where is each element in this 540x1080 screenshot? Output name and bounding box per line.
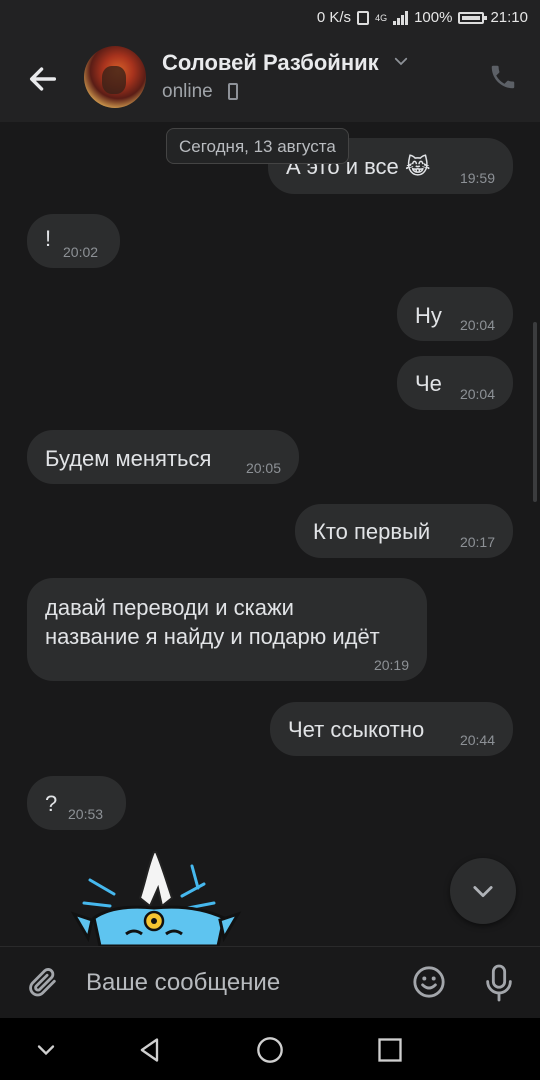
- message-out[interactable]: Чет ссыкотно 20:44: [270, 702, 513, 756]
- nav-back-icon[interactable]: [136, 1036, 164, 1064]
- chat-header: Соловей Разбойник online: [0, 36, 540, 122]
- signal-icon: [393, 10, 409, 25]
- phone-icon[interactable]: [488, 62, 518, 92]
- clock: 21:10: [490, 9, 528, 26]
- message-in[interactable]: ? 20:53: [27, 776, 126, 830]
- nav-recents-icon[interactable]: [376, 1036, 404, 1064]
- scrollbar[interactable]: [533, 322, 537, 502]
- scroll-down-button[interactable]: [450, 858, 516, 924]
- chevron-down-icon[interactable]: [392, 52, 410, 70]
- nav-home-icon[interactable]: [256, 1036, 284, 1064]
- vibrate-icon: [357, 10, 370, 25]
- message-composer: Ваше сообщение: [0, 946, 540, 1019]
- message-in[interactable]: ! 20:02: [27, 214, 120, 268]
- message-out[interactable]: Че 20:04: [397, 356, 513, 410]
- system-nav-bar: [0, 1018, 540, 1080]
- contact-status: online: [162, 81, 213, 102]
- message-out[interactable]: Кто первый 20:17: [295, 504, 513, 558]
- arrow-left-icon[interactable]: [26, 62, 60, 96]
- network-type: 4G: [375, 12, 388, 23]
- message-in[interactable]: Будем меняться 20:05: [27, 430, 299, 484]
- status-bar: 0 K/s 4G 100% 21:10: [0, 0, 540, 36]
- smiley-icon[interactable]: [412, 965, 446, 999]
- date-badge: Сегодня, 13 августа: [166, 128, 349, 164]
- battery-percent: 100%: [414, 9, 453, 26]
- message-input[interactable]: Ваше сообщение: [86, 969, 280, 997]
- microphone-icon[interactable]: [482, 963, 516, 1003]
- message-out[interactable]: Ну 20:04: [397, 287, 513, 341]
- net-speed: 0 K/s: [316, 9, 352, 26]
- paperclip-icon[interactable]: [26, 965, 60, 999]
- message-list[interactable]: А это и все 😹 19:59 Сегодня, 13 августа …: [0, 122, 540, 946]
- sticker-image[interactable]: [64, 848, 248, 946]
- avatar[interactable]: [84, 46, 146, 108]
- nav-hide-icon[interactable]: [32, 1036, 60, 1064]
- message-in[interactable]: давай переводи и скажи название я найду …: [27, 578, 427, 681]
- mobile-icon: [228, 83, 238, 100]
- battery-icon: [458, 11, 488, 24]
- contact-name[interactable]: Соловей Разбойник: [162, 50, 379, 76]
- chevron-down-icon: [473, 886, 493, 898]
